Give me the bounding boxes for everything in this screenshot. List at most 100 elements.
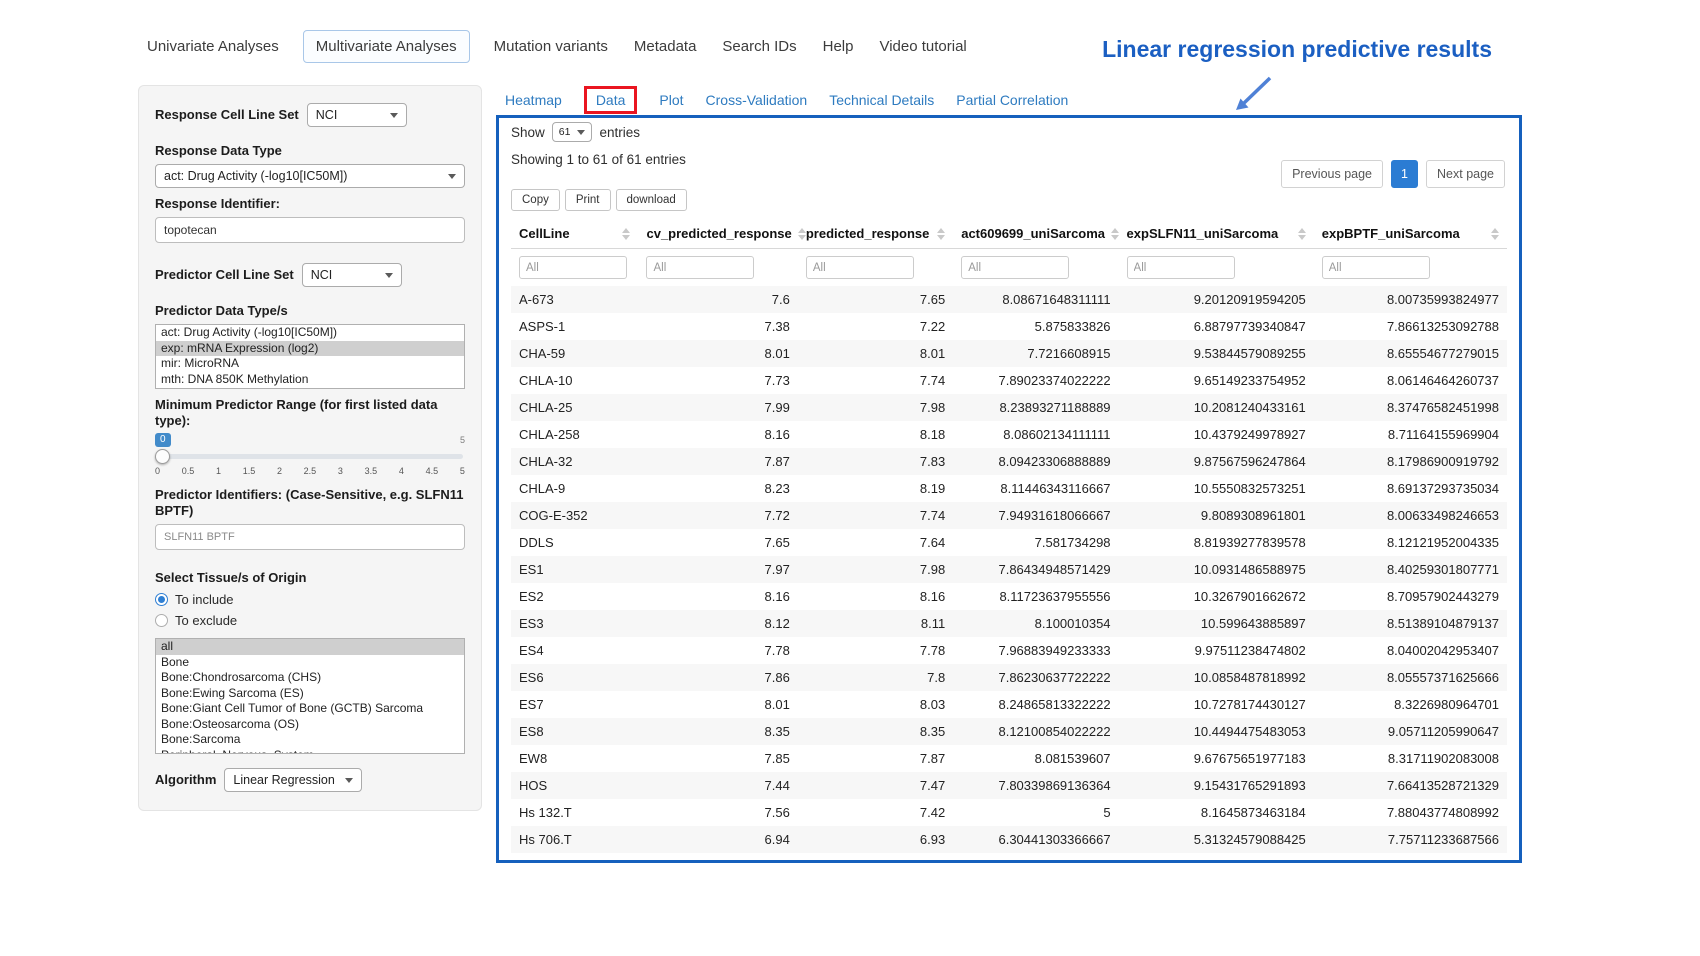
slider-tick-label: 1.5 xyxy=(243,466,256,476)
table-row: HOS7.447.477.803398691363649.15431765291… xyxy=(511,772,1507,799)
value-cell: 7.86434948571429 xyxy=(953,556,1118,583)
filter-cell-cv-predicted-response xyxy=(638,249,797,287)
min-range-slider[interactable]: 0 5 00.511.522.533.544.55 xyxy=(155,433,465,479)
column-filter-cv-predicted-response[interactable] xyxy=(646,256,754,279)
to-exclude-radio[interactable] xyxy=(155,614,168,627)
nav-item-univariate-analyses[interactable]: Univariate Analyses xyxy=(145,31,281,62)
value-cell: 8.35 xyxy=(638,718,797,745)
tissue-option-bone-giant-cell-tumor-of-bone-gctb-sarcoma[interactable]: Bone:Giant Cell Tumor of Bone (GCTB) Sar… xyxy=(156,701,464,717)
nav-item-search-ids[interactable]: Search IDs xyxy=(720,31,798,62)
value-cell: 8.65554677279015 xyxy=(1314,340,1507,367)
sort-icon xyxy=(1298,228,1306,240)
slider-tick-label: 2.5 xyxy=(304,466,317,476)
column-header-expslfn11-unisarcoma[interactable]: expSLFN11_uniSarcoma xyxy=(1119,219,1314,249)
tab-cross-validation[interactable]: Cross-Validation xyxy=(706,92,808,108)
response-identifier-input[interactable] xyxy=(155,217,465,243)
column-header-label: cv_predicted_response xyxy=(646,226,791,241)
column-filter-predicted-response[interactable] xyxy=(806,256,914,279)
filter-cell-act609699-unisarcoma xyxy=(953,249,1118,287)
value-cell: 8.37476582451998 xyxy=(1314,394,1507,421)
predictor-option-exp-mrna-expression-log2[interactable]: exp: mRNA Expression (log2) xyxy=(156,341,464,357)
column-filter-expbptf-unisarcoma[interactable] xyxy=(1322,256,1430,279)
value-cell: 9.65149233754952 xyxy=(1119,367,1314,394)
predictor-data-type-label: Predictor Data Type/s xyxy=(155,303,465,319)
sort-icon xyxy=(1491,228,1499,240)
predictor-option-mir-microrna[interactable]: mir: MicroRNA xyxy=(156,356,464,372)
slider-handle[interactable] xyxy=(155,449,170,464)
tab-heatmap[interactable]: Heatmap xyxy=(505,92,562,108)
predictor-identifiers-input[interactable] xyxy=(155,524,465,550)
cell-line-name: ES7 xyxy=(511,691,638,718)
table-row: Hs 706.T6.946.936.304413033666675.313245… xyxy=(511,826,1507,853)
nav-item-help[interactable]: Help xyxy=(821,31,856,62)
tab-technical-details[interactable]: Technical Details xyxy=(829,92,934,108)
column-header-cellline[interactable]: CellLine xyxy=(511,219,638,249)
top-nav: Univariate Analyses Multivariate Analyses… xyxy=(145,30,969,63)
tissue-option-bone[interactable]: Bone xyxy=(156,655,464,671)
show-label: Show xyxy=(511,125,545,140)
predictor-data-type-listbox[interactable]: act: Drug Activity (-log10[IC50M])exp: m… xyxy=(155,324,465,389)
slider-tick-label: 3.5 xyxy=(365,466,378,476)
value-cell: 5.31324579088425 xyxy=(1119,826,1314,853)
column-filter-expslfn11-unisarcoma[interactable] xyxy=(1127,256,1235,279)
download-button[interactable]: download xyxy=(616,189,687,211)
value-cell: 7.47 xyxy=(798,772,953,799)
previous-page-button[interactable]: Previous page xyxy=(1281,160,1383,188)
tissue-option-bone-osteosarcoma-os[interactable]: Bone:Osteosarcoma (OS) xyxy=(156,717,464,733)
app-window: Univariate Analyses Multivariate Analyses… xyxy=(0,0,1700,956)
column-header-predicted-response[interactable]: predicted_response xyxy=(798,219,953,249)
table-row: ES47.787.787.968839492333339.97511238474… xyxy=(511,637,1507,664)
tab-partial-correlation[interactable]: Partial Correlation xyxy=(956,92,1068,108)
table-row: CHLA-2588.168.188.0860213411111110.43792… xyxy=(511,421,1507,448)
results-table: CellLine cv_predicted_response predicted_r… xyxy=(511,219,1507,853)
print-button[interactable]: Print xyxy=(565,189,611,211)
value-cell: 8.12100854022222 xyxy=(953,718,1118,745)
column-filter-cellline[interactable] xyxy=(519,256,627,279)
next-page-button[interactable]: Next page xyxy=(1426,160,1505,188)
tissue-option-bone-chondrosarcoma-chs[interactable]: Bone:Chondrosarcoma (CHS) xyxy=(156,670,464,686)
table-row: ES28.168.168.1172363795555610.3267901662… xyxy=(511,583,1507,610)
copy-button[interactable]: Copy xyxy=(511,189,560,211)
cell-line-name: CHA-59 xyxy=(511,340,638,367)
to-include-radio[interactable] xyxy=(155,593,168,606)
value-cell: 5 xyxy=(953,799,1118,826)
tissue-option-bone-ewing-sarcoma-es[interactable]: Bone:Ewing Sarcoma (ES) xyxy=(156,686,464,702)
nav-item-multivariate-analyses[interactable]: Multivariate Analyses xyxy=(303,30,470,63)
predictor-option-act-drug-activity-log10-ic50m[interactable]: act: Drug Activity (-log10[IC50M]) xyxy=(156,325,464,341)
algorithm-select[interactable]: Linear Regression xyxy=(224,768,361,792)
response-cell-line-set-select[interactable]: NCI xyxy=(307,103,407,127)
nav-item-metadata[interactable]: Metadata xyxy=(632,31,699,62)
value-cell: 7.75711233687566 xyxy=(1314,826,1507,853)
column-header-label: predicted_response xyxy=(806,226,930,241)
tissue-origin-listbox[interactable]: allBoneBone:Chondrosarcoma (CHS)Bone:Ewi… xyxy=(155,638,465,754)
current-page-button[interactable]: 1 xyxy=(1391,160,1418,188)
value-cell: 8.17986900919792 xyxy=(1314,448,1507,475)
table-row: CHLA-107.737.747.890233740222229.6514923… xyxy=(511,367,1507,394)
slider-track[interactable] xyxy=(157,454,463,459)
column-filter-act609699-unisarcoma[interactable] xyxy=(961,256,1069,279)
value-cell: 7.74 xyxy=(798,502,953,529)
tissue-option-peripheral-nervous-system[interactable]: Peripheral_Nervous_System xyxy=(156,748,464,755)
response-data-type-select[interactable]: act: Drug Activity (-log10[IC50M]) xyxy=(155,164,465,188)
value-cell: 9.67675651977183 xyxy=(1119,745,1314,772)
cell-line-name: ES2 xyxy=(511,583,638,610)
tissue-option-all[interactable]: all xyxy=(156,639,464,655)
predictor-option-mth-dna-850k-methylation[interactable]: mth: DNA 850K Methylation xyxy=(156,372,464,388)
tab-plot[interactable]: Plot xyxy=(659,92,683,108)
column-header-expbptf-unisarcoma[interactable]: expBPTF_uniSarcoma xyxy=(1314,219,1507,249)
value-cell: 8.01 xyxy=(638,691,797,718)
column-header-act609699-unisarcoma[interactable]: act609699_uniSarcoma xyxy=(953,219,1118,249)
value-cell: 8.01 xyxy=(638,340,797,367)
nav-item-mutation-variants[interactable]: Mutation variants xyxy=(492,31,610,62)
entries-count-select[interactable]: 61 xyxy=(552,122,593,142)
chevron-down-icon xyxy=(448,174,456,179)
column-header-label: expSLFN11_uniSarcoma xyxy=(1127,226,1279,241)
nav-item-video-tutorial[interactable]: Video tutorial xyxy=(877,31,968,62)
tissue-option-bone-sarcoma[interactable]: Bone:Sarcoma xyxy=(156,732,464,748)
predictor-cell-line-set-select[interactable]: NCI xyxy=(302,263,402,287)
value-cell: 8.03 xyxy=(798,691,953,718)
value-cell: 8.40259301807771 xyxy=(1314,556,1507,583)
column-header-cv-predicted-response[interactable]: cv_predicted_response xyxy=(638,219,797,249)
value-cell: 6.88797739340847 xyxy=(1119,313,1314,340)
tab-data[interactable]: Data xyxy=(584,86,638,114)
